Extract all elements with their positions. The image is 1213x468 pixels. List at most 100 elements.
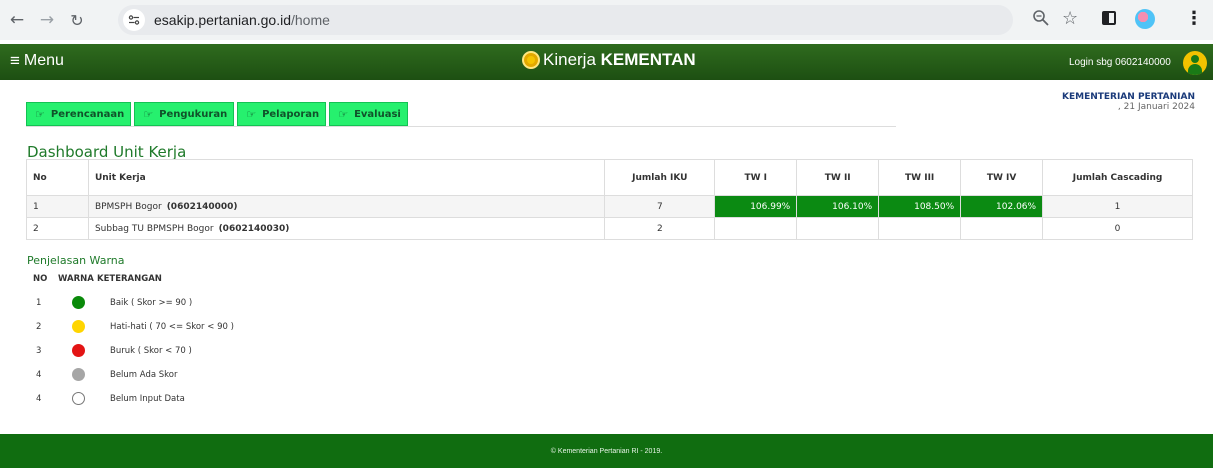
legend-item-no: 1 xyxy=(36,298,42,308)
brand-title: Kinerja KEMENTAN xyxy=(543,50,696,70)
login-status[interactable]: Login sbg 0602140000 xyxy=(1069,57,1171,68)
tab-label: Evaluasi xyxy=(354,108,401,120)
brand[interactable]: Kinerja KEMENTAN xyxy=(522,50,696,70)
tw4-score: 102.06% xyxy=(960,195,1044,218)
copyright-text: © Kementerian Pertanian RI - 2019. xyxy=(550,447,663,455)
kementan-logo-icon xyxy=(522,51,540,69)
legend-title: Penjelasan Warna xyxy=(27,254,125,267)
hand-pointer-icon: ☞ xyxy=(35,107,45,121)
url-path: /home xyxy=(291,12,330,28)
unit-code: (0602140030) xyxy=(218,223,290,234)
cascading-count-link[interactable]: 0 xyxy=(1042,217,1193,240)
legend-item-no: 4 xyxy=(36,394,42,404)
address-bar[interactable]: esakip.pertanian.go.id/home xyxy=(118,5,1013,35)
tabs-divider xyxy=(26,126,896,127)
unit-name-cell[interactable]: Subbag TU BPMSPH Bogor (0602140030) xyxy=(87,217,606,240)
menu-label: Menu xyxy=(23,52,64,69)
legend-item-desc: Buruk ( Skor < 70 ) xyxy=(110,346,192,356)
tw2-score xyxy=(796,217,880,240)
legend-item-no: 2 xyxy=(36,322,42,332)
module-tabs: ☞ Perencanaan ☞ Pengukuran ☞ Pelaporan ☞ Eva… xyxy=(26,102,408,126)
menu-button[interactable]: ≡ Menu xyxy=(10,51,64,71)
ministry-name: KEMENTERIAN PERTANIAN xyxy=(1061,92,1195,102)
legend-item: 4 Belum Ada Skor xyxy=(0,368,400,382)
column-header-tw3: TW III xyxy=(878,159,962,196)
column-header-cascading: Jumlah Cascading xyxy=(1042,159,1193,196)
unit-kerja-table: No Unit Kerja Jumlah IKU TW I TW II TW I… xyxy=(26,159,1193,240)
brand-title-light: Kinerja xyxy=(543,50,601,69)
empty-circle-icon xyxy=(72,392,85,405)
column-header-no: No xyxy=(26,159,89,196)
column-header-tw1: TW I xyxy=(714,159,798,196)
tab-perencanaan[interactable]: ☞ Perencanaan xyxy=(26,102,132,126)
legend-item-desc: Belum Ada Skor xyxy=(110,370,178,380)
avatar-head xyxy=(1191,55,1199,63)
column-header-tw2: TW II xyxy=(796,159,880,196)
legend-item-no: 3 xyxy=(36,346,42,356)
table-row: 2 Subbag TU BPMSPH Bogor (0602140030) 2 0 xyxy=(26,217,1193,240)
tab-label: Pelaporan xyxy=(262,108,320,120)
url-text: esakip.pertanian.go.id/home xyxy=(154,12,330,28)
column-header-unit: Unit Kerja xyxy=(87,159,606,196)
column-header-tw4: TW IV xyxy=(960,159,1044,196)
legend-header-keterangan: KETERANGAN xyxy=(97,274,162,284)
forward-arrow-icon[interactable]: → xyxy=(36,9,58,31)
ministry-info: KEMENTERIAN PERTANIAN , 21 Januari 2024 xyxy=(1062,92,1195,112)
back-arrow-icon[interactable]: ← xyxy=(6,9,28,31)
hand-pointer-icon: ☞ xyxy=(246,107,257,121)
unit-name-cell[interactable]: BPMSPH Bogor (0602140000) xyxy=(87,195,606,218)
cascading-count-link[interactable]: 1 xyxy=(1042,195,1193,218)
site-info-icon[interactable] xyxy=(123,9,145,31)
current-date: , 21 Januari 2024 xyxy=(1117,102,1195,112)
table-header-row: No Unit Kerja Jumlah IKU TW I TW II TW I… xyxy=(26,159,1193,196)
legend-item-desc: Baik ( Skor >= 90 ) xyxy=(110,298,193,308)
yellow-dot-icon xyxy=(72,320,85,333)
browser-toolbar: ← → ↻ esakip.pertanian.go.id/home ☆ ⋮ xyxy=(0,0,1213,40)
tw3-score xyxy=(878,217,962,240)
app-header: ≡ Menu Kinerja KEMENTAN Login sbg 060214… xyxy=(0,44,1213,80)
unit-code: (0602140000) xyxy=(166,201,238,212)
gray-dot-icon xyxy=(72,368,85,381)
hamburger-icon: ≡ xyxy=(10,51,20,70)
legend-item: 1 Baik ( Skor >= 90 ) xyxy=(0,296,400,310)
user-avatar-icon[interactable] xyxy=(1183,51,1207,75)
legend-item-desc: Hati-hati ( 70 <= Skor < 90 ) xyxy=(110,322,234,332)
legend-item: 2 Hati-hati ( 70 <= Skor < 90 ) xyxy=(0,320,400,334)
hand-pointer-icon: ☞ xyxy=(143,107,154,121)
legend-item: 4 Belum Input Data xyxy=(0,392,400,406)
tw3-score: 108.50% xyxy=(878,195,962,218)
bookmark-star-icon[interactable]: ☆ xyxy=(1062,8,1078,29)
avatar-body xyxy=(1188,64,1202,75)
column-header-iku: Jumlah IKU xyxy=(604,159,716,196)
green-dot-icon xyxy=(72,296,85,309)
legend-header-no: NO xyxy=(33,274,48,284)
iku-count-link[interactable]: 7 xyxy=(604,195,716,218)
tw2-score: 106.10% xyxy=(796,195,880,218)
tw4-score xyxy=(960,217,1044,240)
brand-title-bold: KEMENTAN xyxy=(600,50,696,69)
tab-pelaporan[interactable]: ☞ Pelaporan xyxy=(237,102,327,126)
legend-header-warna: WARNA xyxy=(58,274,94,284)
row-number: 2 xyxy=(26,217,89,240)
table-row: 1 BPMSPH Bogor (0602140000) 7 106.99% 106… xyxy=(26,195,1193,218)
tab-pengukuran[interactable]: ☞ Pengukuran xyxy=(134,102,235,126)
profile-icon[interactable] xyxy=(1135,9,1155,29)
unit-name: Subbag TU BPMSPH Bogor xyxy=(94,223,214,234)
zoom-icon[interactable] xyxy=(1032,9,1050,31)
red-dot-icon xyxy=(72,344,85,357)
legend-item: 3 Buruk ( Skor < 70 ) xyxy=(0,344,400,358)
legend-item-desc: Belum Input Data xyxy=(110,394,185,404)
tab-label: Perencanaan xyxy=(50,108,125,120)
iku-count-link[interactable]: 2 xyxy=(604,217,716,240)
reload-icon[interactable]: ↻ xyxy=(66,9,88,31)
tab-evaluasi[interactable]: ☞ Evaluasi xyxy=(329,102,408,126)
url-host: esakip.pertanian.go.id xyxy=(154,12,291,28)
legend-item-no: 4 xyxy=(36,370,42,380)
menu-kebab-icon[interactable]: ⋮ xyxy=(1185,8,1203,29)
tw1-score: 106.99% xyxy=(714,195,798,218)
hand-pointer-icon: ☞ xyxy=(338,107,349,121)
side-panel-icon[interactable] xyxy=(1102,11,1116,25)
unit-name: BPMSPH Bogor xyxy=(94,201,162,212)
tab-label: Pengukuran xyxy=(159,108,228,120)
tw1-score xyxy=(714,217,798,240)
